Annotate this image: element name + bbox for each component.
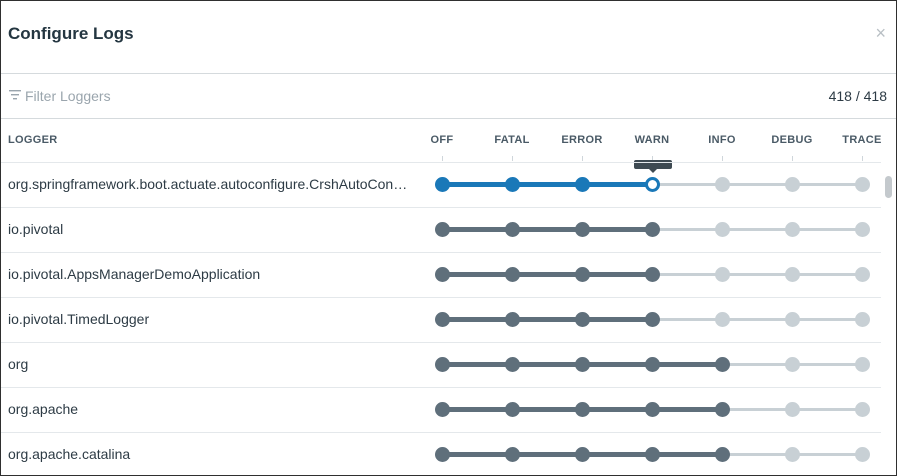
level-stop-warn[interactable] xyxy=(644,177,660,192)
level-stop-fatal[interactable] xyxy=(504,177,520,192)
level-stop-error[interactable] xyxy=(574,312,590,327)
level-stop-error[interactable] xyxy=(574,447,590,462)
log-level-slider[interactable] xyxy=(1,433,881,475)
column-header-logger: LOGGER xyxy=(8,134,58,146)
logger-row: io.pivotal xyxy=(1,208,881,253)
column-header-info: INFO xyxy=(708,134,736,146)
slider-track-fill xyxy=(442,227,652,232)
logger-row: org.apache.catalina xyxy=(1,433,881,475)
level-stop-warn[interactable] xyxy=(644,222,660,237)
filter-bar: 418 / 418 xyxy=(1,75,896,119)
logger-list: org.springframework.boot.actuate.autocon… xyxy=(1,162,881,475)
configure-logs-modal: Configure Logs × 418 / 418 LOGGER OFF FAT… xyxy=(0,0,897,476)
level-stop-error[interactable] xyxy=(574,267,590,282)
level-stop-fatal[interactable] xyxy=(504,267,520,282)
logger-row: org xyxy=(1,343,881,388)
level-stop-trace[interactable] xyxy=(854,222,870,237)
close-icon[interactable]: × xyxy=(875,23,886,43)
scrollbar[interactable] xyxy=(881,162,896,475)
column-tick xyxy=(722,156,723,161)
slider-track-fill xyxy=(442,272,652,277)
level-stop-off[interactable] xyxy=(434,267,450,282)
level-stop-fatal[interactable] xyxy=(504,222,520,237)
filter-loggers-input[interactable] xyxy=(25,85,385,107)
logger-count: 418 / 418 xyxy=(828,88,887,104)
column-header-off: OFF xyxy=(430,134,454,146)
modal-title: Configure Logs xyxy=(8,24,134,43)
level-stop-debug[interactable] xyxy=(784,447,800,462)
level-stop-trace[interactable] xyxy=(854,267,870,282)
level-stop-debug[interactable] xyxy=(784,267,800,282)
level-stop-error[interactable] xyxy=(574,357,590,372)
level-stop-off[interactable] xyxy=(434,402,450,417)
level-stop-info[interactable] xyxy=(714,357,730,372)
slider-track-fill xyxy=(442,182,652,187)
level-stop-debug[interactable] xyxy=(784,222,800,237)
level-stop-debug[interactable] xyxy=(784,312,800,327)
level-stop-fatal[interactable] xyxy=(504,402,520,417)
level-stop-info[interactable] xyxy=(714,222,730,237)
level-stop-off[interactable] xyxy=(434,222,450,237)
scrollbar-thumb[interactable] xyxy=(885,176,892,198)
log-level-slider[interactable] xyxy=(1,298,881,343)
level-stop-trace[interactable] xyxy=(854,357,870,372)
column-header-warn: WARN xyxy=(634,134,670,146)
column-tick xyxy=(442,156,443,161)
level-stop-off[interactable] xyxy=(434,312,450,327)
log-level-slider[interactable] xyxy=(1,208,881,253)
level-stop-trace[interactable] xyxy=(854,447,870,462)
column-header-fatal: FATAL xyxy=(494,134,530,146)
filter-icon xyxy=(9,90,21,100)
log-level-slider[interactable] xyxy=(1,343,881,388)
column-headers: LOGGER OFF FATAL ERROR WARN INFO DEBUG TRACE xyxy=(1,120,896,162)
column-tick xyxy=(512,156,513,161)
level-stop-error[interactable] xyxy=(574,222,590,237)
level-stop-off[interactable] xyxy=(434,357,450,372)
level-stop-debug[interactable] xyxy=(784,357,800,372)
level-stop-debug[interactable] xyxy=(784,177,800,192)
level-stop-warn[interactable] xyxy=(644,312,660,327)
level-stop-debug[interactable] xyxy=(784,402,800,417)
level-stop-info[interactable] xyxy=(714,267,730,282)
level-stop-warn[interactable] xyxy=(644,402,660,417)
level-stop-trace[interactable] xyxy=(854,177,870,192)
level-stop-warn[interactable] xyxy=(644,447,660,462)
level-stop-info[interactable] xyxy=(714,402,730,417)
level-stop-off[interactable] xyxy=(434,447,450,462)
logger-row: org.springframework.boot.actuate.autocon… xyxy=(1,163,881,208)
logger-row: org.apache xyxy=(1,388,881,433)
column-tick xyxy=(582,156,583,161)
column-header-trace: TRACE xyxy=(842,134,882,146)
level-stop-fatal[interactable] xyxy=(504,312,520,327)
level-stop-fatal[interactable] xyxy=(504,447,520,462)
log-level-slider[interactable] xyxy=(1,388,881,433)
column-header-error: ERROR xyxy=(561,134,603,146)
log-level-slider[interactable] xyxy=(1,253,881,298)
level-stop-error[interactable] xyxy=(574,402,590,417)
level-stop-info[interactable] xyxy=(714,177,730,192)
column-header-debug: DEBUG xyxy=(771,134,813,146)
level-stop-info[interactable] xyxy=(714,447,730,462)
level-stop-fatal[interactable] xyxy=(504,357,520,372)
slider-track-fill xyxy=(442,317,652,322)
log-level-slider[interactable] xyxy=(1,163,881,208)
level-stop-off[interactable] xyxy=(434,177,450,192)
level-stop-info[interactable] xyxy=(714,312,730,327)
level-stop-warn[interactable] xyxy=(644,357,660,372)
modal-header: Configure Logs × xyxy=(1,1,896,74)
level-stop-warn[interactable] xyxy=(644,267,660,282)
level-stop-error[interactable] xyxy=(574,177,590,192)
logger-row: io.pivotal.TimedLogger xyxy=(1,298,881,343)
logger-row: io.pivotal.AppsManagerDemoApplication xyxy=(1,253,881,298)
column-tick xyxy=(862,156,863,161)
column-tick xyxy=(792,156,793,161)
level-stop-trace[interactable] xyxy=(854,312,870,327)
level-stop-trace[interactable] xyxy=(854,402,870,417)
